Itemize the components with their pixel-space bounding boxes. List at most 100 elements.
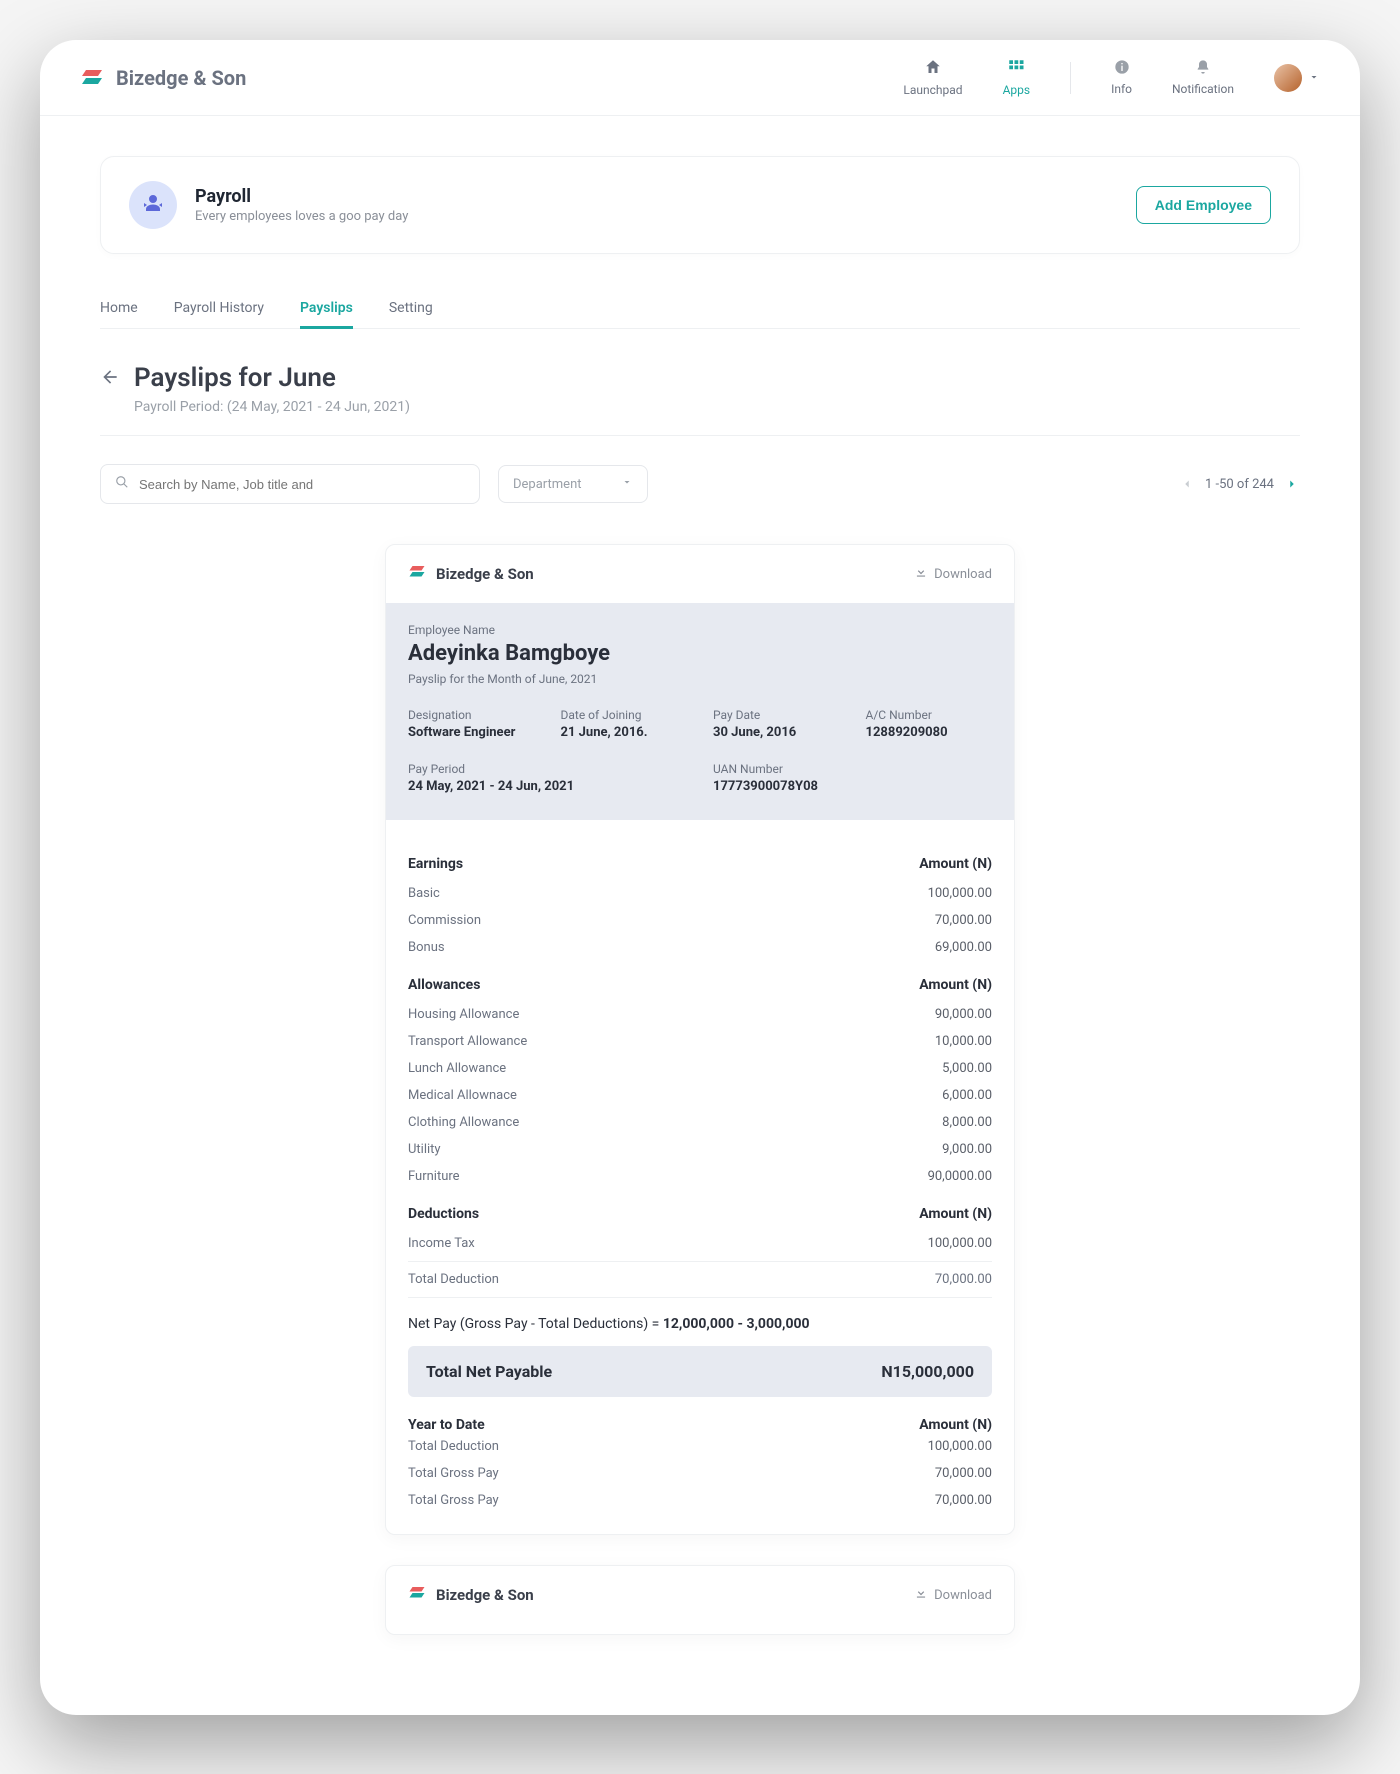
download-label: Download: [934, 567, 992, 582]
ytd-header: Year to Date: [408, 1417, 485, 1433]
nav-apps-label: Apps: [1003, 83, 1031, 97]
brand-logo-icon: [408, 1584, 426, 1606]
tabs: Home Payroll History Payslips Setting: [100, 290, 1300, 329]
nav-notification[interactable]: Notification: [1172, 59, 1234, 96]
designation-label: Designation: [408, 708, 535, 722]
ytd-deduction-amount: 100,000.00: [928, 1439, 992, 1454]
nav-info-label: Info: [1111, 82, 1132, 96]
employee-name: Adeyinka Bamgboye: [408, 641, 992, 666]
search-box[interactable]: [100, 464, 480, 504]
search-icon: [115, 475, 129, 493]
department-dropdown[interactable]: Department: [498, 465, 648, 503]
uan-value: 17773900078Y08: [713, 779, 992, 794]
designation-value: Software Engineer: [408, 725, 535, 740]
module-subtitle: Every employees loves a goo pay day: [195, 209, 408, 224]
tab-setting[interactable]: Setting: [389, 290, 433, 328]
amount-header: Amount (N): [919, 856, 992, 872]
page-subtitle: Payroll Period: (24 May, 2021 - 24 Jun, …: [134, 399, 410, 415]
payperiod-value: 24 May, 2021 - 24 Jun, 2021: [408, 779, 687, 794]
net-payable-value: N15,000,000: [881, 1362, 974, 1381]
medical-amount: 6,000.00: [942, 1088, 992, 1103]
nav-apps[interactable]: Apps: [1003, 58, 1031, 97]
lunch-label: Lunch Allowance: [408, 1061, 506, 1076]
netpay-formula: Net Pay (Gross Pay - Total Deductions) =…: [408, 1316, 992, 1332]
net-payable-box: Total Net Payable N15,000,000: [408, 1346, 992, 1397]
housing-amount: 90,000.00: [935, 1007, 992, 1022]
chevron-down-icon: [1308, 68, 1320, 87]
basic-amount: 100,000.00: [928, 886, 992, 901]
search-input[interactable]: [139, 477, 465, 492]
module-card: Payroll Every employees loves a goo pay …: [100, 156, 1300, 254]
grid-icon: [1007, 58, 1025, 79]
user-menu[interactable]: [1274, 64, 1320, 92]
incometax-amount: 100,000.00: [928, 1236, 992, 1251]
download-button-2[interactable]: Download: [914, 1586, 992, 1604]
tab-home[interactable]: Home: [100, 290, 138, 328]
totaldeduction-label: Total Deduction: [408, 1272, 499, 1287]
net-payable-label: Total Net Payable: [426, 1362, 552, 1381]
transport-amount: 10,000.00: [935, 1034, 992, 1049]
download-label-2: Download: [934, 1588, 992, 1603]
period-value: (24 May, 2021 - 24 Jun, 2021): [227, 399, 410, 415]
brand-name: Bizedge & Son: [116, 66, 246, 90]
add-employee-button[interactable]: Add Employee: [1136, 186, 1271, 224]
payslip-card: Bizedge & Son Download Employee Name Ade…: [385, 544, 1015, 1535]
ytd-gross2-amount: 70,000.00: [935, 1493, 992, 1508]
nav-divider: [1070, 62, 1071, 94]
amount-header-3: Amount (N): [919, 1206, 992, 1222]
slip-brand-name-2: Bizedge & Son: [436, 1586, 534, 1604]
furniture-amount: 90,0000.00: [928, 1169, 992, 1184]
pager-prev[interactable]: [1179, 476, 1195, 492]
furniture-label: Furniture: [408, 1169, 460, 1184]
bonus-label: Bonus: [408, 940, 445, 955]
ytd-deduction-label: Total Deduction: [408, 1439, 499, 1454]
housing-label: Housing Allowance: [408, 1007, 519, 1022]
tab-payroll-history[interactable]: Payroll History: [174, 290, 264, 328]
pager-next[interactable]: [1284, 476, 1300, 492]
ytd-gross2-label: Total Gross Pay: [408, 1493, 499, 1508]
slip-brand-2: Bizedge & Son: [408, 1584, 534, 1606]
clothing-amount: 8,000.00: [942, 1115, 992, 1130]
clothing-label: Clothing Allowance: [408, 1115, 519, 1130]
back-arrow-icon[interactable]: [100, 367, 120, 393]
chevron-down-icon: [621, 476, 633, 492]
deductions-header: Deductions: [408, 1206, 479, 1222]
utility-label: Utility: [408, 1142, 441, 1157]
allowances-header: Allowances: [408, 977, 480, 993]
doj-value: 21 June, 2016.: [561, 725, 688, 740]
doj-label: Date of Joining: [561, 708, 688, 722]
slip-brand: Bizedge & Son: [408, 563, 534, 585]
earnings-header: Earnings: [408, 856, 463, 872]
slip-brand-name: Bizedge & Son: [436, 565, 534, 583]
totaldeduction-amount: 70,000.00: [935, 1272, 992, 1287]
netpay-value: 12,000,000 - 3,000,000: [663, 1316, 810, 1332]
tab-payslips[interactable]: Payslips: [300, 290, 353, 329]
nav-launchpad-label: Launchpad: [903, 83, 962, 97]
period-label: Payroll Period:: [134, 399, 223, 415]
ytd-gross1-label: Total Gross Pay: [408, 1466, 499, 1481]
ytd-gross1-amount: 70,000.00: [935, 1466, 992, 1481]
acnumber-label: A/C Number: [866, 708, 993, 722]
download-icon: [914, 1586, 928, 1604]
brand-logo-icon: [80, 66, 104, 90]
nav-notification-label: Notification: [1172, 82, 1234, 96]
utility-amount: 9,000.00: [942, 1142, 992, 1157]
paydate-value: 30 June, 2016: [713, 725, 840, 740]
brand-logo-icon: [408, 563, 426, 585]
download-button[interactable]: Download: [914, 565, 992, 583]
avatar: [1274, 64, 1302, 92]
info-icon: [1114, 59, 1130, 78]
uan-label: UAN Number: [713, 762, 992, 776]
ytd-amount-header: Amount (N): [919, 1417, 992, 1433]
commission-label: Commission: [408, 913, 481, 928]
nav-launchpad[interactable]: Launchpad: [903, 58, 962, 97]
home-icon: [924, 58, 942, 79]
lunch-amount: 5,000.00: [942, 1061, 992, 1076]
acnumber-value: 12889209080: [866, 725, 993, 740]
module-title: Payroll: [195, 186, 408, 207]
paydate-label: Pay Date: [713, 708, 840, 722]
bonus-amount: 69,000.00: [935, 940, 992, 955]
commission-amount: 70,000.00: [935, 913, 992, 928]
nav-info[interactable]: Info: [1111, 59, 1132, 96]
netpay-label: Net Pay (Gross Pay - Total Deductions) =: [408, 1316, 663, 1332]
